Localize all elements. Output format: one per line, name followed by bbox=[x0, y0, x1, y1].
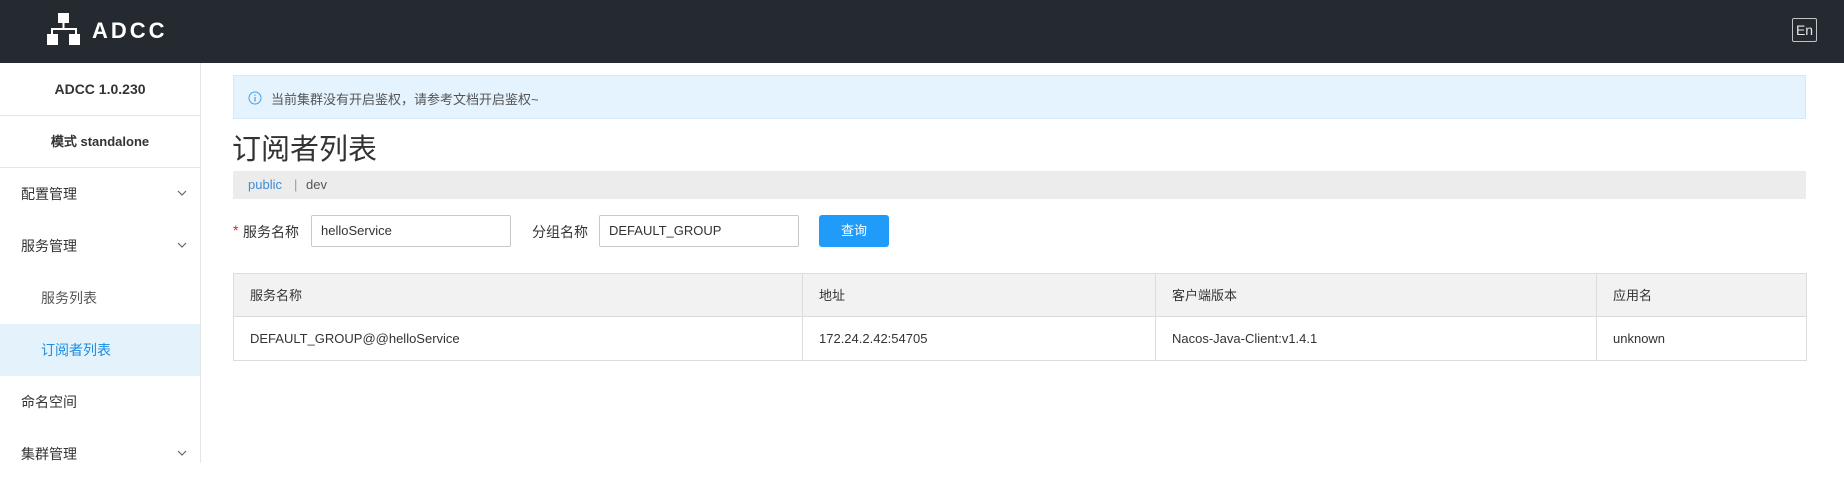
sidebar-item-namespace[interactable]: 命名空间 bbox=[0, 376, 200, 428]
column-header-service-name: 服务名称 bbox=[250, 288, 303, 303]
query-button[interactable]: 查询 bbox=[819, 215, 889, 247]
info-icon bbox=[248, 91, 262, 105]
column-header-client-version: 客户端版本 bbox=[1155, 274, 1596, 317]
service-name-input[interactable]: helloService bbox=[311, 215, 511, 247]
service-name-label: 服务名称 bbox=[243, 224, 299, 240]
language-toggle-button[interactable]: En bbox=[1792, 18, 1817, 42]
cell-address: 172.24.2.42:54705 bbox=[802, 317, 1155, 360]
chevron-down-icon bbox=[177, 450, 187, 456]
sidebar-item-label: 服务管理 bbox=[21, 238, 77, 254]
auth-notice: 当前集群没有开启鉴权，请参考文档开启鉴权~ bbox=[233, 75, 1806, 119]
table-header-row: 服务名称 地址 客户端版本 应用名 bbox=[234, 274, 1806, 317]
namespace-bar: public | dev bbox=[233, 171, 1806, 199]
notice-text: 当前集群没有开启鉴权，请参考文档开启鉴权~ bbox=[271, 92, 539, 107]
logo-icon bbox=[47, 13, 80, 45]
sidebar-item-label: 命名空间 bbox=[21, 394, 77, 410]
cell-app-name: unknown bbox=[1596, 317, 1806, 360]
group-name-input[interactable]: DEFAULT_GROUP bbox=[599, 215, 799, 247]
subscriber-table: 服务名称 地址 客户端版本 应用名 DEFAULT_GROUP@@helloSe… bbox=[233, 273, 1807, 361]
sidebar-item-service-management[interactable]: 服务管理 bbox=[0, 220, 200, 272]
sidebar-item-label: 配置管理 bbox=[21, 186, 77, 202]
app-name: ADCC bbox=[92, 18, 168, 43]
sidebar-item-label: 集群管理 bbox=[21, 446, 77, 462]
chevron-down-icon bbox=[177, 190, 187, 196]
sidebar-item-label: 服务列表 bbox=[41, 290, 97, 306]
namespace-public-link[interactable]: public bbox=[248, 177, 282, 192]
page-title: 订阅者列表 bbox=[232, 134, 378, 166]
column-header-address: 地址 bbox=[802, 274, 1155, 317]
table-row: DEFAULT_GROUP@@helloService 172.24.2.42:… bbox=[234, 317, 1806, 360]
column-header-app-name: 应用名 bbox=[1596, 274, 1806, 317]
version-label: ADCC 1.0.230 bbox=[0, 63, 200, 116]
sidebar-item-label: 订阅者列表 bbox=[41, 342, 111, 358]
sidebar-item-subscriber-list[interactable]: 订阅者列表 bbox=[0, 324, 200, 376]
chevron-down-icon bbox=[177, 242, 187, 248]
top-header: ADCC En bbox=[0, 0, 1844, 63]
required-mark: * bbox=[233, 222, 239, 238]
sidebar-item-config-management[interactable]: 配置管理 bbox=[0, 168, 200, 220]
sidebar: ADCC 1.0.230 模式 standalone 配置管理 服务管理 服务列… bbox=[0, 63, 201, 463]
cell-client-version: Nacos-Java-Client:v1.4.1 bbox=[1155, 317, 1596, 360]
namespace-dev-link[interactable]: dev bbox=[306, 177, 327, 192]
mode-label: 模式 standalone bbox=[0, 116, 200, 168]
sidebar-item-service-list[interactable]: 服务列表 bbox=[0, 272, 200, 324]
group-name-label: 分组名称 bbox=[532, 224, 588, 240]
sidebar-item-cluster-management[interactable]: 集群管理 bbox=[0, 428, 200, 480]
cell-service-name: DEFAULT_GROUP@@helloService bbox=[250, 331, 460, 346]
namespace-separator: | bbox=[294, 177, 298, 192]
